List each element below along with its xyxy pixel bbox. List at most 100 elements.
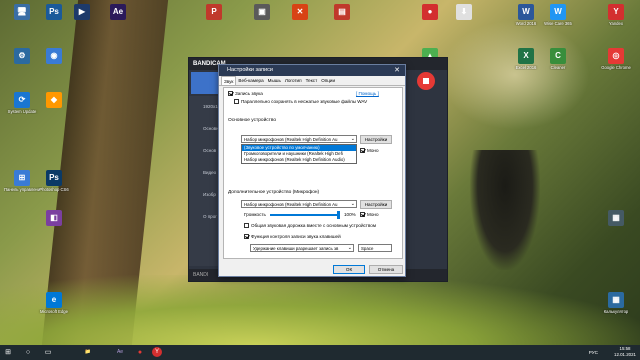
help-link[interactable]: [ Помощь ] <box>356 91 379 96</box>
desktop-icon[interactable]: ▣ <box>244 4 280 20</box>
desktop-icon-glyph: ⊞ <box>14 170 30 186</box>
extra-mono-row: Моно <box>360 212 379 218</box>
desktop-icon-glyph: ◧ <box>46 210 62 226</box>
tab-mouse[interactable]: Мышь <box>266 76 283 85</box>
desktop-icon[interactable]: ◆ <box>36 92 72 108</box>
desktop-icon[interactable]: ⟳ System Update <box>4 92 40 114</box>
desktop-icon[interactable]: ⬇ <box>446 4 482 20</box>
hotkey-mode-select[interactable]: Удержание клавиши разрешает запись зв ⌄ <box>250 244 354 252</box>
chevron-down-icon: ⌄ <box>350 136 355 142</box>
ok-button[interactable]: ОК <box>333 265 365 274</box>
tab-sound[interactable]: Звук <box>221 76 237 85</box>
wallpaper-light <box>440 20 590 130</box>
desktop-icon[interactable]: ⚙ <box>4 48 40 64</box>
desktop-icon[interactable]: Ps Photoshop CS6 <box>36 170 72 192</box>
main-mono-checkbox[interactable] <box>360 148 365 154</box>
common-track-checkbox[interactable] <box>244 223 249 229</box>
chevron-down-icon: ⌄ <box>347 245 352 251</box>
hotkey-function-checkbox[interactable] <box>244 234 249 240</box>
desktop-icon-glyph: Ps <box>46 4 62 20</box>
dialog-tabs: Звук Веб-камера Мышь Логотип Текст Опции <box>219 76 405 86</box>
desktop-icon[interactable]: X Excel 2016 <box>508 48 544 70</box>
hotkey-key-field[interactable]: Space <box>358 244 392 252</box>
desktop-icon-label: Word 2016 <box>515 21 537 26</box>
desktop-icon[interactable]: Y Yandex <box>598 4 634 26</box>
desktop-icon[interactable]: W Wise Care 365 <box>540 4 576 26</box>
main-device-dropdown: (Звуковое устройство по умолчанию) Громк… <box>241 144 357 164</box>
desktop-icon-label: Панель управления <box>4 187 40 192</box>
desktop-icon[interactable]: ✕ <box>282 4 318 20</box>
parallel-wav-checkbox[interactable] <box>234 99 239 105</box>
desktop-icon[interactable]: C Cleaner <box>540 48 576 70</box>
record-sound-checkbox[interactable] <box>228 91 233 97</box>
hotkey-mode-value: Удержание клавиши разрешает запись зв <box>253 246 339 251</box>
main-mono-label: Моно <box>367 148 379 153</box>
desktop-icon-glyph: ▦ <box>608 210 624 226</box>
desktop-icon-glyph: e <box>46 292 62 308</box>
desktop-icon-glyph: Ae <box>110 4 126 20</box>
settings-dialog: Настройки записи ✕ Звук Веб-камера Мышь … <box>218 64 406 277</box>
record-sound-row: Запись звука <box>228 91 263 97</box>
parallel-wav-label: Параллельно сохранять в несжатые звуковы… <box>241 99 368 104</box>
desktop-icon-label: Google Chrome <box>601 65 631 70</box>
tab-logo[interactable]: Логотип <box>283 76 304 85</box>
main-device-select[interactable]: Набор микрофонов (Realtek High Definitio… <box>241 135 357 143</box>
extra-device-select[interactable]: Набор микрофонов (Realtek High Definitio… <box>241 200 357 208</box>
desktop-icon[interactable]: ▤ <box>324 4 360 20</box>
desktop-icon-glyph: 🖥 <box>14 4 30 20</box>
search-icon[interactable]: ○ <box>20 345 36 360</box>
desktop-icon-glyph: C <box>550 48 566 64</box>
clock[interactable]: 15:58 12.01.2021 <box>614 346 636 358</box>
start-icon[interactable]: ⊞ <box>0 345 16 360</box>
desktop-icon-glyph: Y <box>608 4 624 20</box>
explorer-icon[interactable]: 📁 <box>80 345 96 360</box>
desktop-icon[interactable]: ◉ <box>36 48 72 64</box>
desktop-icon-glyph: W <box>518 4 534 20</box>
desktop-icon[interactable]: ▶ <box>64 4 100 20</box>
tab-options[interactable]: Опции <box>319 76 337 85</box>
desktop-icon-glyph: ▤ <box>334 4 350 20</box>
desktop-icon[interactable]: W Word 2016 <box>508 4 544 26</box>
desktop-icon[interactable]: 🖥 <box>4 4 40 20</box>
extra-device-settings-button[interactable]: Настройки <box>360 200 392 209</box>
desktop-icon[interactable]: ● <box>412 4 448 20</box>
dialog-title: Настройки записи <box>227 67 273 73</box>
tab-webcam[interactable]: Веб-камера <box>236 76 265 85</box>
desktop-icon[interactable]: Ae <box>100 4 136 20</box>
language-indicator[interactable]: РУС <box>589 345 598 360</box>
dialog-titlebar: Настройки записи ✕ <box>219 65 405 76</box>
yandex-taskbar-icon[interactable]: Y <box>152 347 162 357</box>
desktop-icon[interactable]: ⊞ Панель управления <box>4 170 40 192</box>
desktop-icon-glyph: ▦ <box>608 292 624 308</box>
close-icon[interactable]: ✕ <box>389 65 405 76</box>
cancel-button[interactable]: Отмена <box>369 265 403 274</box>
bandicam-taskbar-icon[interactable]: ● <box>132 345 148 360</box>
main-device-value: Набор микрофонов (Realtek High Definitio… <box>244 137 338 142</box>
desktop-icon[interactable]: e Microsoft Edge <box>36 292 72 314</box>
desktop-icon[interactable]: P <box>196 4 232 20</box>
extra-device-label: Дополнительное устройство (Микрофон) <box>228 190 320 195</box>
main-device-settings-button[interactable]: Настройки <box>360 135 392 144</box>
record-button[interactable] <box>417 72 435 90</box>
task-view-icon[interactable]: ▭ <box>40 345 56 360</box>
taskbar: ⊞ ○ ▭ 📁 Ae ● Y РУС 15:58 12.01.2021 <box>0 345 640 360</box>
desktop-icon-glyph: ◆ <box>46 92 62 108</box>
desktop-icon-glyph: X <box>518 48 534 64</box>
sound-tab-panel: Запись звука [ Помощь ] Параллельно сохр… <box>223 87 403 259</box>
dropdown-option-2[interactable]: Набор микрофонов (Realtek High Definitio… <box>242 157 356 163</box>
desktop-icon-label: System Update <box>7 109 37 114</box>
common-track-label: Общая звуковая дорожка вместе с основным… <box>251 223 377 228</box>
extra-mono-checkbox[interactable] <box>360 212 365 218</box>
desktop-icon[interactable]: ▦ <box>598 210 634 226</box>
desktop-icon-glyph: ◉ <box>46 48 62 64</box>
desktop-icon[interactable]: ◧ <box>36 210 72 226</box>
parallel-wav-row: Параллельно сохранять в несжатые звуковы… <box>234 99 368 105</box>
main-mono-row: Моно <box>360 148 379 154</box>
after-effects-taskbar-icon[interactable]: Ae <box>112 345 128 360</box>
volume-slider[interactable] <box>270 211 340 219</box>
desktop-icon[interactable]: ◎ Google Chrome <box>598 48 634 70</box>
volume-fill <box>270 214 340 216</box>
desktop-icon[interactable]: ▦ Калькулятор <box>598 292 634 314</box>
volume-thumb[interactable] <box>337 211 340 219</box>
tab-text[interactable]: Текст <box>304 76 320 85</box>
